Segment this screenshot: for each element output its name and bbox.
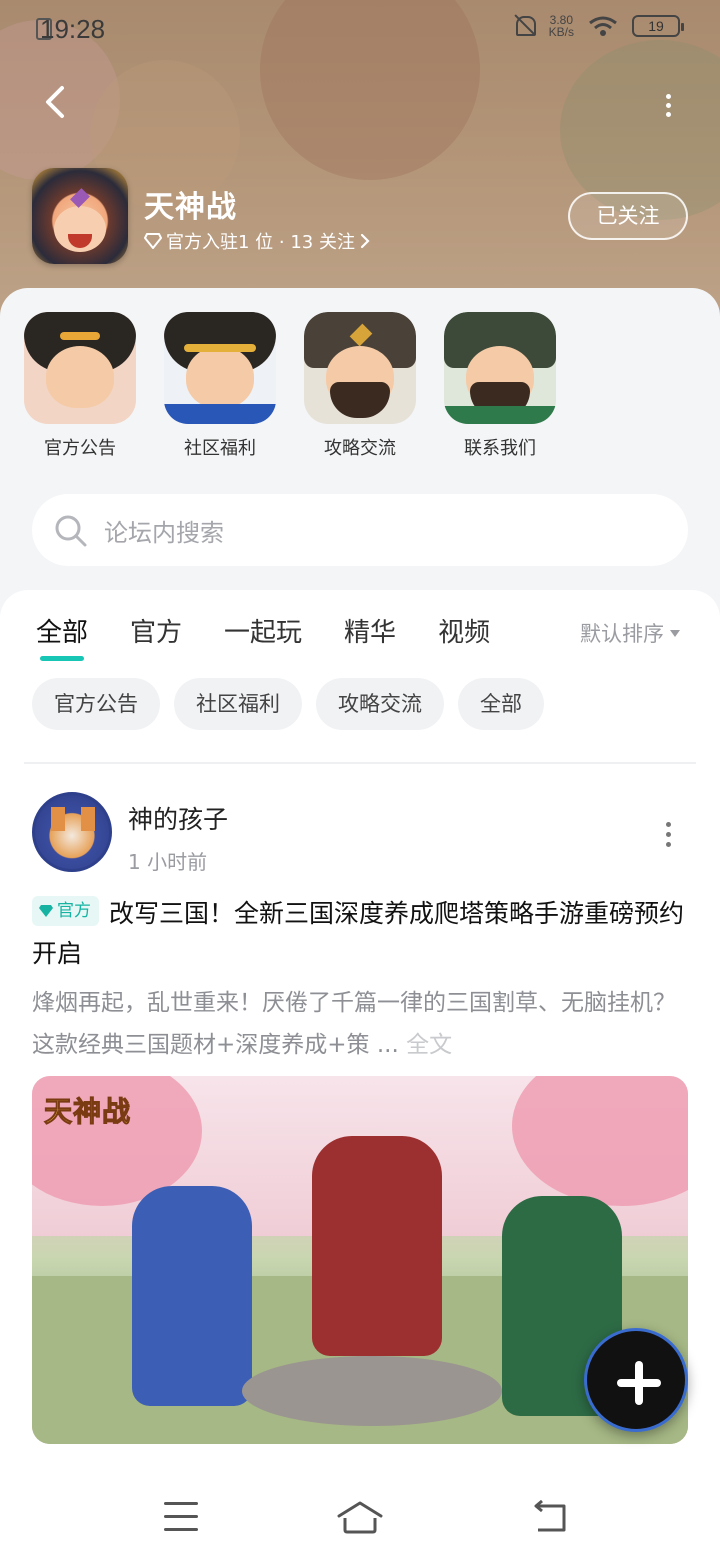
filter-chips: 官方公告 社区福利 攻略交流 全部: [32, 678, 544, 730]
shortcut-label: 攻略交流: [324, 438, 396, 459]
status-bar: 19:28 3.80 KB/s 19: [0, 0, 720, 56]
tab-bar: 全部 官方 一起玩 精华 视频: [36, 612, 490, 661]
read-full-link[interactable]: 全文: [406, 1032, 452, 1058]
app-icon: [32, 168, 128, 264]
shortcut-strategy-exchange[interactable]: 攻略交流: [304, 312, 416, 462]
sort-dropdown[interactable]: 默认排序: [580, 618, 680, 648]
shortcut-label: 社区福利: [184, 438, 256, 459]
app-icon-gem: [70, 188, 90, 208]
more-options-button[interactable]: [658, 92, 678, 117]
search-icon: [55, 515, 87, 547]
app-subtitle-text: 官方入驻1 位 · 13 关注: [166, 232, 355, 253]
chevron-right-icon: [360, 233, 370, 249]
status-time: 19:28: [40, 14, 106, 44]
post-excerpt-text: 烽烟再起，乱世重来！厌倦了千篇一律的三国割草、无脑挂机？这款经典三国题材+深度养…: [32, 990, 676, 1058]
chip-official-notice[interactable]: 官方公告: [32, 678, 160, 730]
image-game-logo: 天神战: [43, 1095, 132, 1129]
follow-button[interactable]: 已关注: [568, 192, 688, 240]
menu-icon[interactable]: [164, 1502, 198, 1532]
post-title-text: 改写三国！全新三国深度养成爬塔策略手游重磅预约开启: [32, 899, 685, 968]
avatar[interactable]: [32, 792, 112, 872]
diamond-icon: [144, 233, 162, 249]
post-excerpt[interactable]: 烽烟再起，乱世重来！厌倦了千篇一律的三国割草、无脑挂机？这款经典三国题材+深度养…: [32, 982, 688, 1066]
tab-video[interactable]: 视频: [438, 612, 490, 649]
tab-featured[interactable]: 精华: [344, 612, 396, 649]
image-table: [242, 1356, 502, 1426]
divider: [24, 762, 696, 764]
tab-official[interactable]: 官方: [130, 612, 182, 649]
network-speed: 3.80 KB/s: [549, 14, 574, 38]
back-nav-icon[interactable]: [530, 1500, 570, 1534]
home-icon[interactable]: [336, 1500, 384, 1534]
mute-bell-icon: [513, 14, 536, 38]
character-avatar-helmet-icon: [304, 312, 416, 424]
chevron-left-icon: [46, 86, 64, 118]
chip-all[interactable]: 全部: [458, 678, 544, 730]
battery-indicator: 19: [632, 15, 684, 37]
character-avatar-green-general-icon: [444, 312, 556, 424]
search-placeholder: 论坛内搜索: [104, 519, 224, 547]
app-subtitle[interactable]: 官方入驻1 位 · 13 关注: [144, 228, 371, 254]
character-avatar-crying-icon: [24, 312, 136, 424]
tab-all[interactable]: 全部: [36, 612, 88, 661]
sort-label: 默认排序: [580, 622, 664, 646]
wifi-icon: [589, 16, 617, 36]
app-title: 天神战: [144, 190, 237, 225]
official-badge: 官方: [32, 896, 99, 926]
shortcut-label: 官方公告: [44, 438, 116, 459]
diamond-icon: [39, 905, 53, 917]
avatar-dog-ears: [51, 807, 95, 831]
post-title[interactable]: 官方 改写三国！全新三国深度养成爬塔策略手游重磅预约开启: [32, 894, 688, 974]
post-time: 1 小时前: [128, 850, 208, 874]
post-author[interactable]: 神的孩子: [128, 800, 228, 836]
tab-play-together[interactable]: 一起玩: [224, 612, 302, 649]
shortcut-label: 联系我们: [464, 438, 536, 459]
shortcut-contact-us[interactable]: 联系我们: [444, 312, 556, 462]
chip-strategy-exchange[interactable]: 攻略交流: [316, 678, 444, 730]
image-character: [132, 1186, 252, 1406]
create-post-button[interactable]: [584, 1328, 688, 1432]
shortcut-row: 官方公告 社区福利 攻略交流 联系我们: [24, 312, 696, 462]
character-avatar-headband-icon: [164, 312, 276, 424]
caret-down-icon: [670, 629, 680, 637]
network-speed-unit: KB/s: [548, 25, 574, 39]
image-character: [312, 1136, 442, 1356]
shortcut-community-benefits[interactable]: 社区福利: [164, 312, 276, 462]
chip-community-benefits[interactable]: 社区福利: [174, 678, 302, 730]
search-input[interactable]: 论坛内搜索: [32, 494, 688, 566]
post-more-button[interactable]: [662, 820, 674, 848]
back-button[interactable]: [36, 82, 76, 122]
official-badge-label: 官方: [57, 901, 91, 921]
shortcut-official-notice[interactable]: 官方公告: [24, 312, 136, 462]
